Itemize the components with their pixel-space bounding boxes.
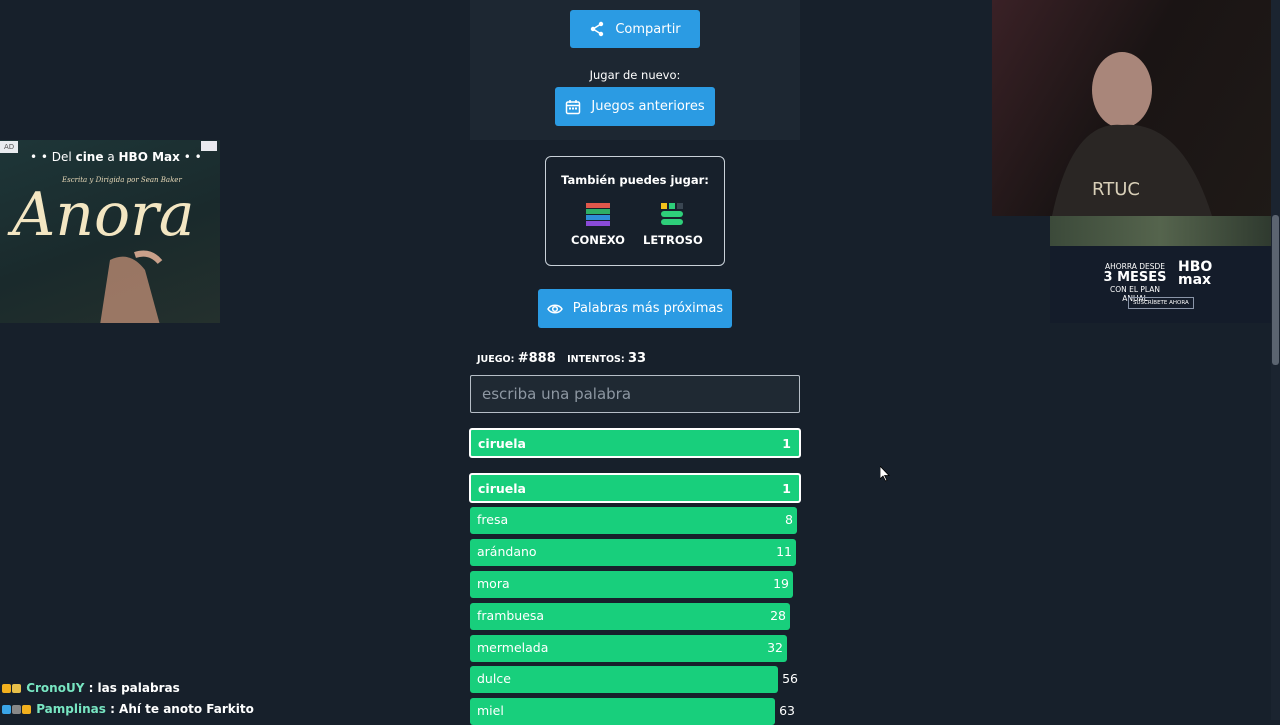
badge-icon <box>2 705 11 714</box>
game-letroso-link[interactable]: LETROSO <box>643 203 703 247</box>
ad-banner-right[interactable]: AHORRA DESDE 3 MESES CON EL PLAN ANUAL H… <box>1050 216 1271 323</box>
guess-rank: 1 <box>782 481 791 496</box>
guess-word: mora <box>477 576 510 591</box>
guess-row: miel 63 <box>470 698 795 725</box>
ad-tagline-cine: cine <box>75 150 104 164</box>
guess-word: frambuesa <box>477 608 545 623</box>
also-play-title: También puedes jugar: <box>561 173 709 187</box>
ad-tagline-post: • • <box>183 150 202 164</box>
word-input[interactable] <box>470 375 800 413</box>
ad-tagline: • • Del cine a HBO Max • • <box>30 150 202 164</box>
ad-figure-image <box>100 250 163 323</box>
guess-word: ciruela <box>478 481 526 496</box>
guess-word: miel <box>477 703 504 718</box>
chat-message: Pamplinas : Ahí te anoto Farkito <box>2 702 254 716</box>
attempts-count: 33 <box>628 351 647 366</box>
game-label: JUEGO: <box>477 354 515 365</box>
chat-message: CronoUY : las palabras <box>2 681 180 695</box>
previous-games-button[interactable]: Juegos anteriores <box>555 87 715 126</box>
chat-text: : Ahí te anoto Farkito <box>110 702 254 716</box>
mouse-cursor-icon <box>880 466 890 482</box>
guess-rank: 63 <box>779 703 795 718</box>
badge-icon <box>12 705 21 714</box>
guess-row: arándano 11 <box>470 539 796 566</box>
guess-rank: 19 <box>773 576 789 591</box>
ad-tagline-brand: HBO Max <box>118 150 180 164</box>
ad-tagline-pre: • • Del <box>30 150 72 164</box>
ad-right-line2: 3 MESES <box>1103 270 1167 285</box>
guess-word: arándano <box>477 544 537 559</box>
ad-title: Anora <box>12 180 195 250</box>
conexo-logo-icon <box>585 203 610 226</box>
also-play-box: También puedes jugar: CONEXO LETROSO <box>545 156 725 266</box>
scrollbar-thumb[interactable] <box>1272 215 1279 365</box>
guess-row: fresa 8 <box>470 507 797 534</box>
last-guess-rank: 1 <box>782 436 791 451</box>
game-number: #888 <box>517 351 556 366</box>
ad-info-icon[interactable] <box>201 141 217 151</box>
guess-row: mora 19 <box>470 571 793 598</box>
eye-icon <box>546 304 563 313</box>
share-label: Compartir <box>615 21 681 37</box>
guess-rank: 8 <box>785 512 793 527</box>
game-conexo-link[interactable]: CONEXO <box>571 203 625 247</box>
guess-word: mermelada <box>477 640 549 655</box>
guess-rank: 32 <box>767 640 783 655</box>
badge-icon <box>2 684 11 693</box>
webcam-overlay: RTUC <box>992 0 1280 216</box>
game-letroso-label: LETROSO <box>643 233 703 247</box>
logo-max: max <box>1178 272 1212 288</box>
ad-tagline-a: a <box>107 150 115 164</box>
last-guess-row: ciruela 1 <box>469 428 801 458</box>
last-guess-word: ciruela <box>478 436 526 451</box>
calendar-icon <box>566 99 581 114</box>
play-again-label: Jugar de nuevo: <box>589 68 681 82</box>
ad-right-cta[interactable]: SUSCRÍBETE AHORA <box>1128 297 1194 309</box>
previous-games-label: Juegos anteriores <box>591 99 705 114</box>
hbo-max-logo: HBO max <box>1178 260 1212 288</box>
guess-row: frambuesa 28 <box>470 603 790 630</box>
streamer-image: RTUC <box>1052 52 1212 216</box>
guess-word: fresa <box>477 512 509 527</box>
guess-word: dulce <box>477 671 511 686</box>
badge-icon <box>22 705 31 714</box>
ad-banner-left[interactable]: AD • • Del cine a HBO Max • • Escrita y … <box>0 140 220 323</box>
ad-badge: AD <box>0 141 19 153</box>
closest-words-button[interactable]: Palabras más próximas <box>538 289 732 328</box>
attempts-label: INTENTOS: <box>567 354 625 365</box>
share-button[interactable]: Compartir <box>570 10 700 48</box>
share-icon <box>591 21 604 37</box>
svg-text:RTUC: RTUC <box>1092 179 1140 200</box>
chat-username: CronoUY <box>26 681 85 695</box>
game-meta: JUEGO: #888 INTENTOS: 33 <box>477 351 654 366</box>
chat-text: : las palabras <box>88 681 180 695</box>
game-conexo-label: CONEXO <box>571 233 625 247</box>
guess-row: mermelada 32 <box>470 635 787 662</box>
closest-words-label: Palabras más próximas <box>572 301 724 316</box>
guess-rank: 56 <box>782 671 798 686</box>
guess-rank: 28 <box>770 608 786 623</box>
ad-right-image <box>1050 216 1271 246</box>
guess-rank: 11 <box>776 544 792 559</box>
guess-row: dulce 56 <box>470 666 798 693</box>
letroso-logo-icon <box>660 203 683 225</box>
guess-row: ciruela 1 <box>469 473 801 503</box>
chat-username: Pamplinas <box>36 702 106 716</box>
badge-icon <box>12 684 21 693</box>
